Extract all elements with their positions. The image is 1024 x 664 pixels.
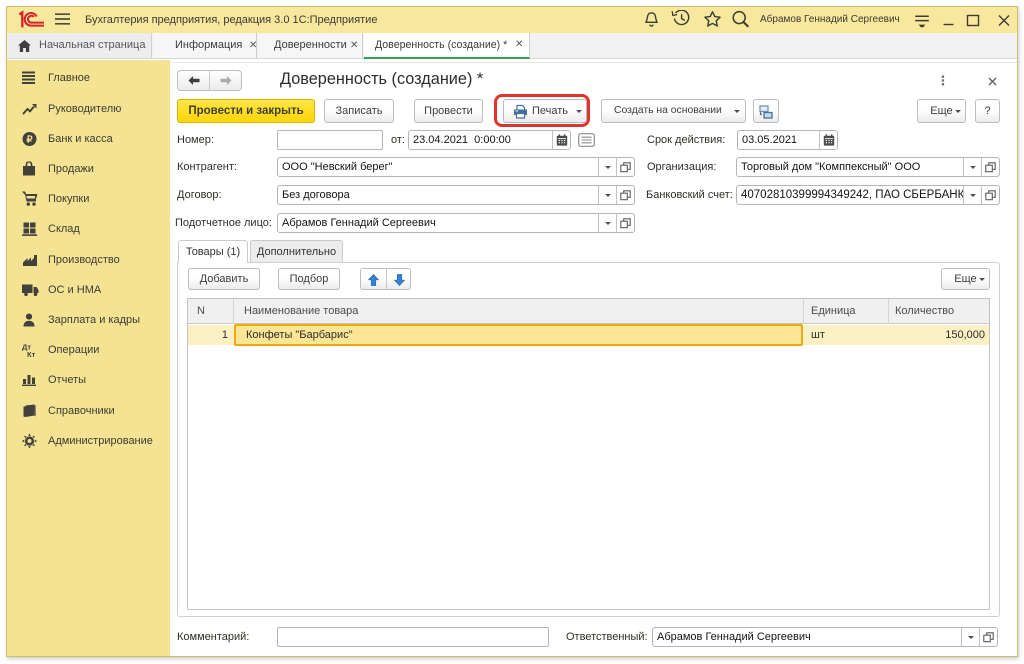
svg-text:Кт: Кт [27,350,36,358]
svg-text:₽: ₽ [26,135,33,146]
